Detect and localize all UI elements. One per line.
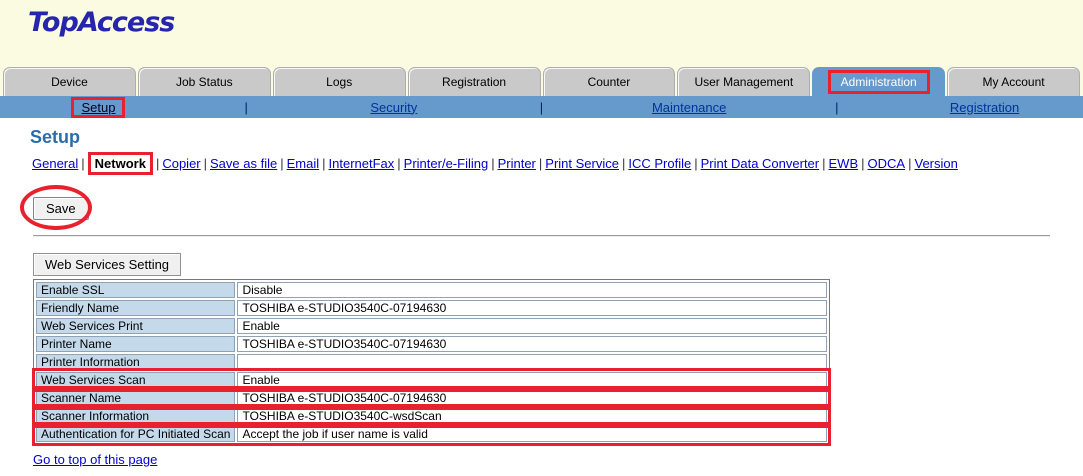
section-link-icc-profile[interactable]: ICC Profile bbox=[628, 156, 691, 171]
link-separator: | bbox=[280, 156, 283, 171]
tab-my-account[interactable]: My Account bbox=[947, 67, 1080, 96]
tab-label: Registration bbox=[442, 75, 506, 89]
subnav-bar: Setup | Security | Maintenance | Registr… bbox=[0, 96, 1083, 118]
topaccess-page: TopAccess Device Job Status Logs Registr… bbox=[0, 0, 1083, 469]
row-label: Printer Name bbox=[36, 336, 235, 352]
tab-label: Counter bbox=[588, 75, 631, 89]
web-services-setting-button[interactable]: Web Services Setting bbox=[33, 253, 181, 276]
go-to-top-link[interactable]: Go to top of this page bbox=[33, 452, 157, 467]
link-separator: | bbox=[539, 156, 542, 171]
section-link-print-data-converter[interactable]: Print Data Converter bbox=[701, 156, 820, 171]
row-value bbox=[237, 354, 827, 370]
row-label: Scanner Name bbox=[36, 390, 235, 406]
tab-label: Device bbox=[51, 75, 88, 89]
table-row-scanner-name: Scanner Name TOSHIBA e-STUDIO3540C-07194… bbox=[36, 390, 827, 406]
save-button[interactable]: Save bbox=[33, 197, 89, 220]
web-services-table: Enable SSL Disable Friendly Name TOSHIBA… bbox=[33, 279, 830, 445]
page-title: Setup bbox=[30, 127, 1083, 148]
section-link-version[interactable]: Version bbox=[914, 156, 957, 171]
save-area: Save bbox=[33, 194, 153, 222]
subnav-separator: | bbox=[244, 100, 247, 115]
tab-job-status[interactable]: Job Status bbox=[138, 67, 271, 96]
tab-label: Job Status bbox=[176, 75, 233, 89]
divider-line bbox=[33, 235, 1050, 237]
annotation-administration-box: Administration bbox=[828, 70, 930, 94]
section-link-network[interactable]: Network bbox=[88, 152, 153, 175]
row-value: TOSHIBA e-STUDIO3540C-07194630 bbox=[237, 300, 827, 316]
link-separator: | bbox=[81, 156, 84, 171]
table-row-web-services-print: Web Services Print Enable bbox=[36, 318, 827, 334]
table-row-enable-ssl: Enable SSL Disable bbox=[36, 282, 827, 298]
row-label: Enable SSL bbox=[36, 282, 235, 298]
link-separator: | bbox=[204, 156, 207, 171]
subnav-separator: | bbox=[835, 100, 838, 115]
section-link-internetfax[interactable]: InternetFax bbox=[329, 156, 395, 171]
row-label: Authentication for PC Initiated Scan bbox=[36, 426, 235, 442]
section-link-email[interactable]: Email bbox=[287, 156, 320, 171]
row-label: Scanner Information bbox=[36, 408, 235, 424]
table-row-authentication-pc-initiated-scan: Authentication for PC Initiated Scan Acc… bbox=[36, 426, 827, 442]
tab-counter[interactable]: Counter bbox=[543, 67, 676, 96]
section-link-ewb[interactable]: EWB bbox=[829, 156, 859, 171]
content-area: Setup General|Network|Copier|Save as fil… bbox=[0, 118, 1083, 469]
table-row-printer-name: Printer Name TOSHIBA e-STUDIO3540C-07194… bbox=[36, 336, 827, 352]
tab-administration[interactable]: Administration bbox=[812, 67, 945, 96]
tab-registration[interactable]: Registration bbox=[408, 67, 541, 96]
link-separator: | bbox=[694, 156, 697, 171]
row-value: Disable bbox=[237, 282, 827, 298]
section-link-printer-efiling[interactable]: Printer/e-Filing bbox=[404, 156, 489, 171]
table-row-web-services-scan: Web Services Scan Enable bbox=[36, 372, 827, 388]
row-label: Friendly Name bbox=[36, 300, 235, 316]
tab-label: Logs bbox=[326, 75, 352, 89]
row-value: TOSHIBA e-STUDIO3540C-wsdScan bbox=[237, 408, 827, 424]
section-link-odca[interactable]: ODCA bbox=[868, 156, 906, 171]
table-row-scanner-information: Scanner Information TOSHIBA e-STUDIO3540… bbox=[36, 408, 827, 424]
row-label: Web Services Scan bbox=[36, 372, 235, 388]
link-separator: | bbox=[622, 156, 625, 171]
section-links: General|Network|Copier|Save as file|Emai… bbox=[30, 156, 1083, 171]
row-value: TOSHIBA e-STUDIO3540C-07194630 bbox=[237, 390, 827, 406]
row-value: TOSHIBA e-STUDIO3540C-07194630 bbox=[237, 336, 827, 352]
link-separator: | bbox=[156, 156, 159, 171]
topaccess-logo: TopAccess bbox=[0, 0, 1083, 38]
tab-device[interactable]: Device bbox=[3, 67, 136, 96]
row-label: Printer Information bbox=[36, 354, 235, 370]
subnav-security[interactable]: Security bbox=[370, 100, 417, 115]
section-link-printer[interactable]: Printer bbox=[498, 156, 536, 171]
section-link-copier[interactable]: Copier bbox=[162, 156, 200, 171]
tab-label: User Management bbox=[694, 75, 793, 89]
section-link-print-service[interactable]: Print Service bbox=[545, 156, 619, 171]
section-link-save-as-file[interactable]: Save as file bbox=[210, 156, 277, 171]
subnav-separator: | bbox=[540, 100, 543, 115]
subnav-registration[interactable]: Registration bbox=[950, 100, 1019, 115]
subnav-maintenance[interactable]: Maintenance bbox=[652, 100, 726, 115]
tab-label: My Account bbox=[983, 75, 1045, 89]
link-separator: | bbox=[322, 156, 325, 171]
top-banner: TopAccess bbox=[0, 0, 1083, 66]
link-separator: | bbox=[861, 156, 864, 171]
tab-logs[interactable]: Logs bbox=[273, 67, 406, 96]
row-value: Enable bbox=[237, 372, 827, 388]
row-label: Web Services Print bbox=[36, 318, 235, 334]
link-separator: | bbox=[491, 156, 494, 171]
subnav-setup[interactable]: Setup bbox=[71, 97, 125, 118]
link-separator: | bbox=[822, 156, 825, 171]
row-value: Enable bbox=[237, 318, 827, 334]
table-row-friendly-name: Friendly Name TOSHIBA e-STUDIO3540C-0719… bbox=[36, 300, 827, 316]
link-separator: | bbox=[908, 156, 911, 171]
tab-user-management[interactable]: User Management bbox=[677, 67, 810, 96]
section-link-general[interactable]: General bbox=[32, 156, 78, 171]
tab-bar: Device Job Status Logs Registration Coun… bbox=[0, 66, 1083, 96]
link-separator: | bbox=[397, 156, 400, 171]
table-row-printer-information: Printer Information bbox=[36, 354, 827, 370]
row-value: Accept the job if user name is valid bbox=[237, 426, 827, 442]
